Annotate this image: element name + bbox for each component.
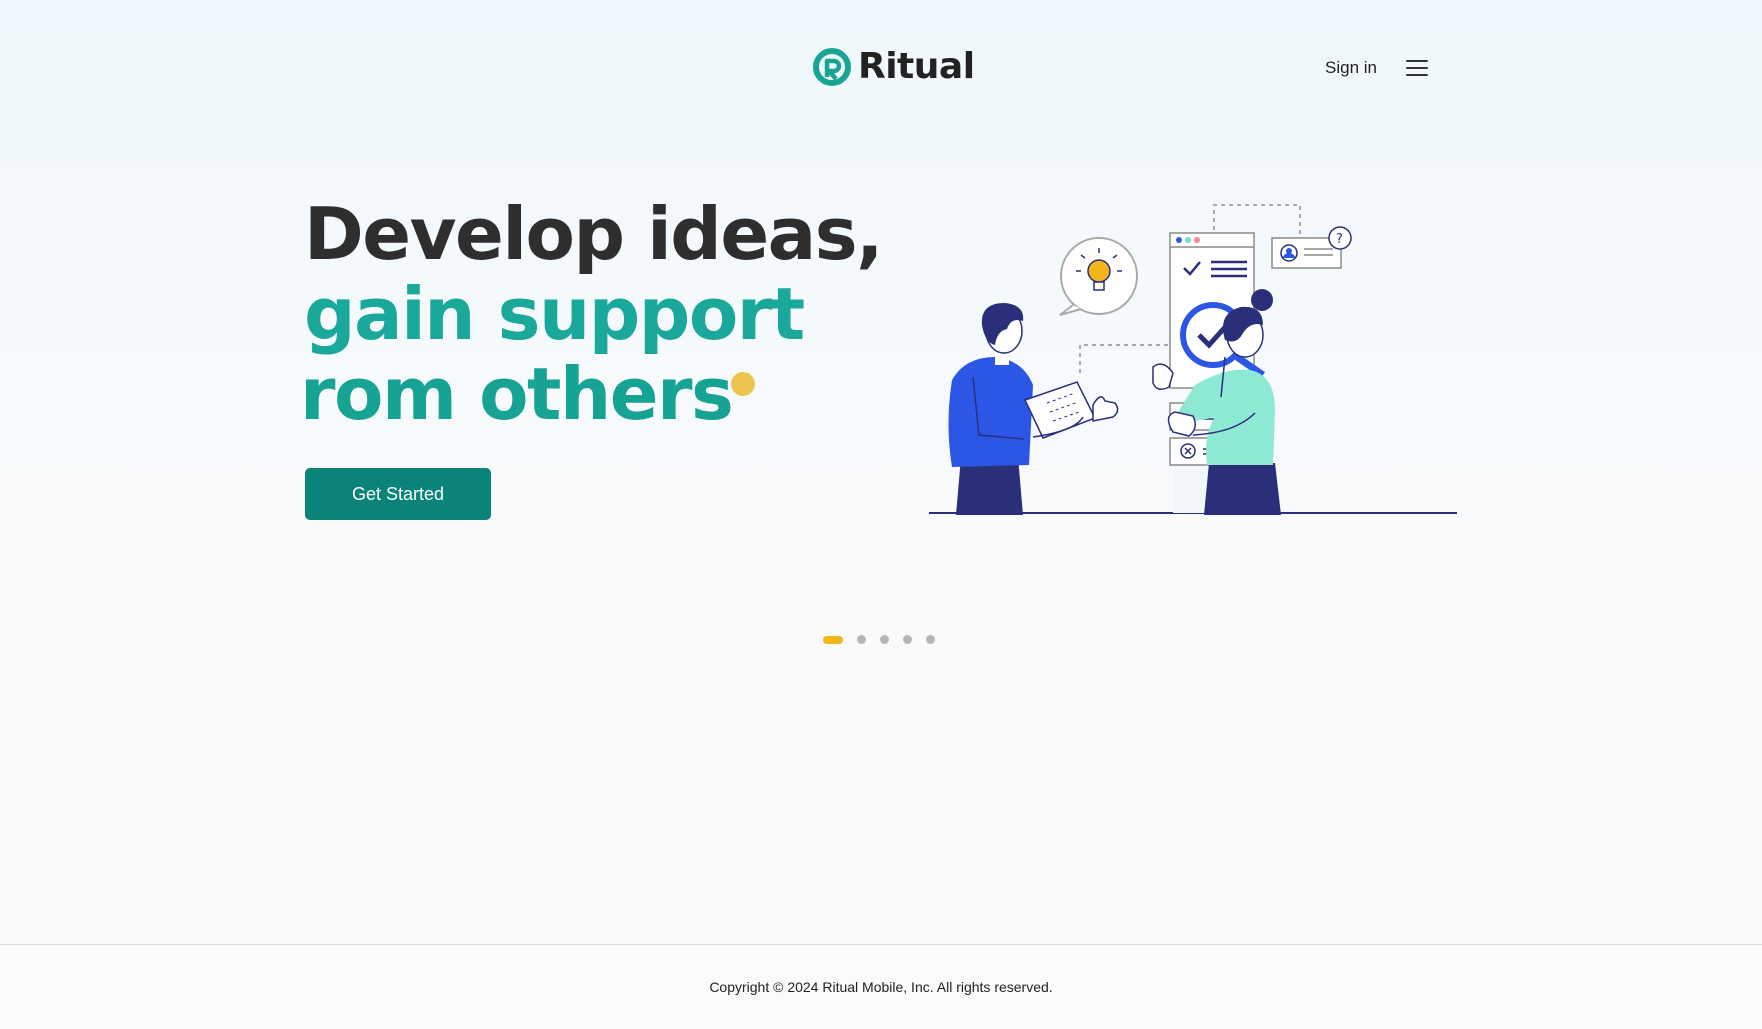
svg-text:?: ?: [1336, 232, 1343, 247]
copyright-text: Copyright © 2024 Ritual Mobile, Inc. All…: [709, 979, 1053, 995]
carousel-dot-4[interactable]: [903, 635, 912, 644]
page-footer: Copyright © 2024 Ritual Mobile, Inc. All…: [0, 944, 1762, 1029]
carousel-dot-3[interactable]: [880, 635, 889, 644]
hero-section: Develop ideas, gain support rom others: [0, 180, 1762, 540]
brand-name: Ritual: [858, 46, 975, 87]
headline-line-1: Develop ideas,: [304, 192, 883, 276]
top-navigation: Ritual Sign in: [0, 0, 1762, 140]
headline-line-2: gain support: [304, 272, 805, 356]
sign-in-link[interactable]: Sign in: [1325, 58, 1377, 78]
hero-headline: Develop ideas, gain support rom others: [300, 192, 883, 434]
carousel-dot-2[interactable]: [857, 635, 866, 644]
collaboration-illustration: ?: [929, 204, 1457, 515]
carousel-pagination: [823, 635, 935, 644]
carousel-dot-1[interactable]: [823, 635, 843, 644]
ritual-logo[interactable]: Ritual: [812, 46, 975, 87]
decorative-yellow-dot: [731, 372, 755, 396]
headline-line-3: rom others: [300, 352, 734, 436]
carousel-dot-5[interactable]: [926, 635, 935, 644]
get-started-button[interactable]: Get Started: [305, 468, 491, 520]
ritual-logo-mark-icon: [813, 47, 851, 86]
hamburger-menu-icon[interactable]: [1406, 58, 1430, 78]
